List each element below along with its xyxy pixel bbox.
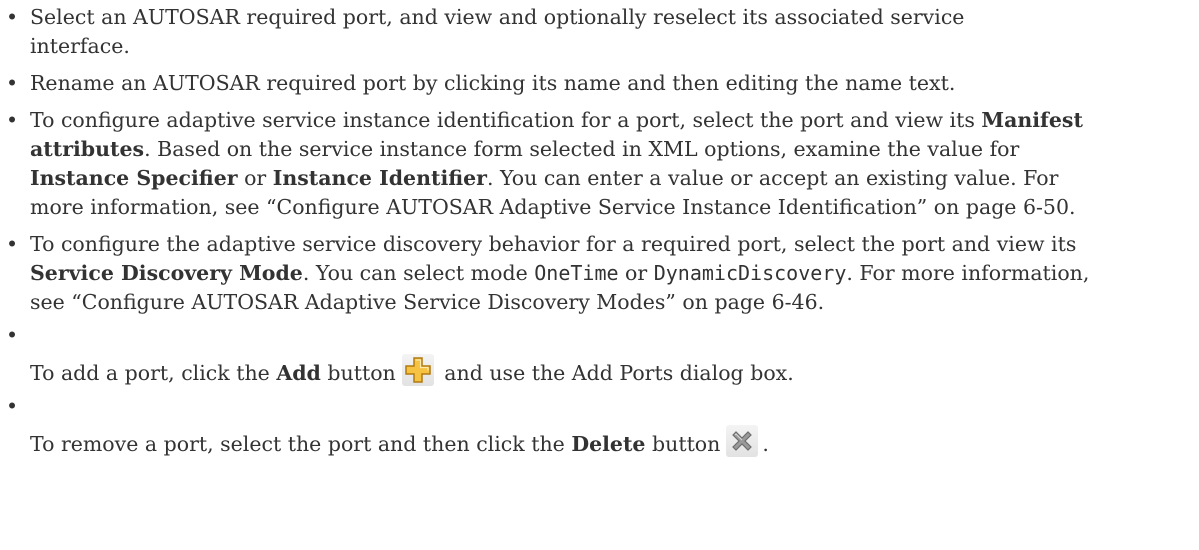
item-text: Rename an AUTOSAR required port by click… — [30, 69, 1199, 98]
item-text: To remove a port, select the port and th… — [30, 396, 1199, 459]
text-run: To remove a port, select the port and th… — [30, 432, 571, 456]
item-text: To configure adaptive service instance i… — [30, 106, 1199, 222]
list-item: • To configure the adaptive service disc… — [0, 230, 1199, 317]
add-plus-icon — [402, 354, 434, 386]
ui-term-service-discovery-mode: Service Discovery Mode — [30, 261, 303, 285]
bullet: • — [6, 106, 18, 135]
text-run: . You can select mode — [303, 261, 534, 285]
ui-term-delete: Delete — [571, 432, 645, 456]
item-text: Select an AUTOSAR required port, and vie… — [30, 3, 1199, 61]
item-text: To configure the adaptive service discov… — [30, 230, 1199, 317]
text-run: button — [321, 361, 396, 385]
text-run: . — [762, 432, 769, 456]
list-item: • To remove a port, select the port and … — [0, 396, 1199, 459]
list-item: • Rename an AUTOSAR required port by cli… — [0, 69, 1199, 98]
code-onetime: OneTime — [534, 261, 618, 285]
ui-term-instance-identifier: Instance Identifier — [273, 166, 487, 190]
bullet: • — [6, 69, 18, 98]
text-run: button — [645, 432, 720, 456]
text-run: and use the Add Ports dialog box. — [438, 361, 794, 385]
bullet: • — [6, 321, 18, 350]
text-run: To add a port, click the — [30, 361, 276, 385]
text-run: . Based on the service instance form sel… — [144, 137, 1019, 161]
code-dynamicdiscovery: DynamicDiscovery — [654, 261, 847, 285]
instructions-list: • Select an AUTOSAR required port, and v… — [0, 3, 1199, 459]
bullet: • — [6, 392, 18, 421]
list-item: • To configure adaptive service instance… — [0, 106, 1199, 222]
text-run: To configure the adaptive service discov… — [30, 232, 1076, 256]
ui-term-instance-specifier: Instance Specifier — [30, 166, 238, 190]
text-run: or — [619, 261, 654, 285]
list-item: • To add a port, click the Add button an… — [0, 325, 1199, 388]
ui-term-add: Add — [276, 361, 321, 385]
text-run: To configure adaptive service instance i… — [30, 108, 981, 132]
bullet: • — [6, 230, 18, 259]
text-run: or — [238, 166, 273, 190]
delete-x-icon — [726, 425, 758, 457]
item-text: To add a port, click the Add button and … — [30, 325, 1199, 388]
bullet: • — [6, 3, 18, 32]
list-item: • Select an AUTOSAR required port, and v… — [0, 3, 1199, 61]
